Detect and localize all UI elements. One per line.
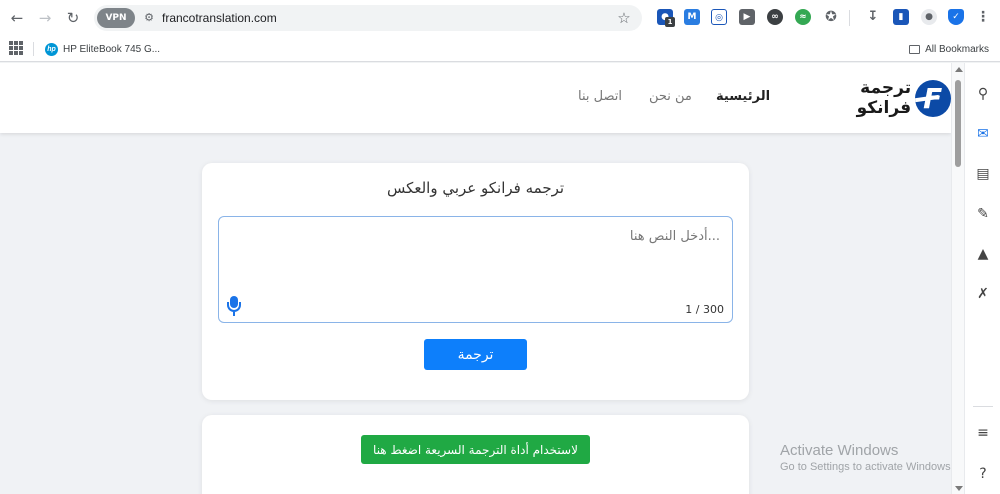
download-icon[interactable]: ↧ <box>865 9 881 25</box>
toolbar-separator <box>849 10 850 26</box>
side-panel-toggle-icon[interactable]: ▮ <box>893 9 909 25</box>
translator-card: ترجمه فرانكو عربي والعكس 1 / 300 ترجمة <box>202 163 749 400</box>
tools-icon[interactable]: ✗ <box>974 285 992 303</box>
character-counter: 1 / 300 <box>685 303 724 316</box>
nav-home[interactable]: الرئيسية <box>716 89 770 104</box>
site-header: F ترجمة فرانكو الرئيسية من نحن اتصل بنا <box>0 63 951 133</box>
translator-title: ترجمه فرانكو عربي والعكس <box>386 179 565 197</box>
text-input-box: 1 / 300 <box>218 216 733 323</box>
microphone-icon[interactable] <box>227 296 241 316</box>
logo-text: ترجمة فرانكو <box>856 78 912 118</box>
apps-grid-icon[interactable] <box>9 41 23 55</box>
bookmarks-separator <box>33 42 34 56</box>
scroll-thumb[interactable] <box>955 80 961 167</box>
folder-icon <box>909 44 921 54</box>
reading-list-icon[interactable]: ▤ <box>974 165 992 183</box>
page-scrollbar[interactable] <box>951 63 964 494</box>
extension-spotify-icon[interactable]: ≈ <box>795 9 811 25</box>
logo-f-icon: F <box>915 79 951 117</box>
text-input[interactable] <box>219 217 732 322</box>
url-text[interactable]: francotranslation.com <box>162 9 277 27</box>
nav-about[interactable]: من نحن <box>649 89 692 104</box>
extension-globe-icon[interactable]: ◎ <box>711 9 727 25</box>
hp-logo-icon: hp <box>45 42 58 56</box>
bookmarks-bar: hp HP EliteBook 745 G... All Bookmarks <box>0 36 1000 62</box>
all-bookmarks-label: All Bookmarks <box>925 43 989 55</box>
extension-m-icon[interactable]: M <box>684 9 700 25</box>
extension-badge: 1 <box>665 17 675 27</box>
quick-translate-button[interactable]: لاستخدام أداة الترجمة السريعة اضغط هنا <box>361 435 590 464</box>
extension-play-icon[interactable]: ▶ <box>739 9 755 25</box>
bookmark-star-icon[interactable]: ☆ <box>614 8 634 28</box>
bookmark-label: HP EliteBook 745 G... <box>63 43 161 55</box>
menu-kebab-icon[interactable]: ⋮ <box>975 9 991 25</box>
scroll-up-arrow-icon[interactable] <box>955 67 963 72</box>
page-viewport: F ترجمة فرانكو الرئيسية من نحن اتصل بنا … <box>0 63 951 494</box>
all-bookmarks-button[interactable]: All Bookmarks <box>909 39 989 59</box>
nav-contact[interactable]: اتصل بنا <box>578 89 622 104</box>
vpn-badge[interactable]: VPN <box>97 8 135 28</box>
site-logo[interactable]: F ترجمة فرانكو <box>803 78 951 118</box>
quick-tool-card: لاستخدام أداة الترجمة السريعة اضغط هنا <box>202 415 749 494</box>
forward-arrow-icon[interactable]: → <box>34 7 56 29</box>
extension-shield-icon[interactable]: ● 1 <box>657 9 675 27</box>
profile-avatar-icon[interactable]: ● <box>921 9 937 25</box>
lens-search-icon[interactable]: ⚲ <box>974 85 992 103</box>
extensions-puzzle-icon[interactable]: ✪ <box>823 9 839 25</box>
back-arrow-icon[interactable]: ← <box>6 7 28 29</box>
browser-side-panel: ⚲ ✉ ▤ ✎ ▲ ✗ ≡ ? <box>964 63 1000 494</box>
chat-assistant-icon[interactable]: ✉ <box>974 125 992 143</box>
reload-icon[interactable]: ↻ <box>62 7 84 29</box>
address-bar[interactable]: VPN ⚙ francotranslation.com ☆ <box>94 5 642 31</box>
bookmark-hp-elitebook[interactable]: hp HP EliteBook 745 G... <box>45 39 160 59</box>
extension-link-icon[interactable]: ∞ <box>767 9 783 25</box>
watermark-title: Activate Windows <box>780 442 899 459</box>
site-settings-icon[interactable]: ⚙ <box>141 10 157 26</box>
activate-windows-watermark: Activate Windows Go to Settings to activ… <box>780 442 954 473</box>
security-shield-icon[interactable]: ✓ <box>948 9 964 25</box>
help-icon[interactable]: ? <box>974 465 992 483</box>
translate-button[interactable]: ترجمة <box>424 339 527 370</box>
scroll-down-arrow-icon[interactable] <box>955 486 963 491</box>
browser-toolbar: ← → ↻ VPN ⚙ francotranslation.com ☆ ● 1 … <box>0 0 1000 36</box>
side-panel-separator <box>973 406 993 407</box>
watermark-subtitle: Go to Settings to activate Windows. <box>780 461 954 473</box>
games-controller-icon[interactable]: ▲ <box>974 245 992 263</box>
notes-edit-icon[interactable]: ✎ <box>974 205 992 223</box>
customize-sliders-icon[interactable]: ≡ <box>974 424 992 442</box>
